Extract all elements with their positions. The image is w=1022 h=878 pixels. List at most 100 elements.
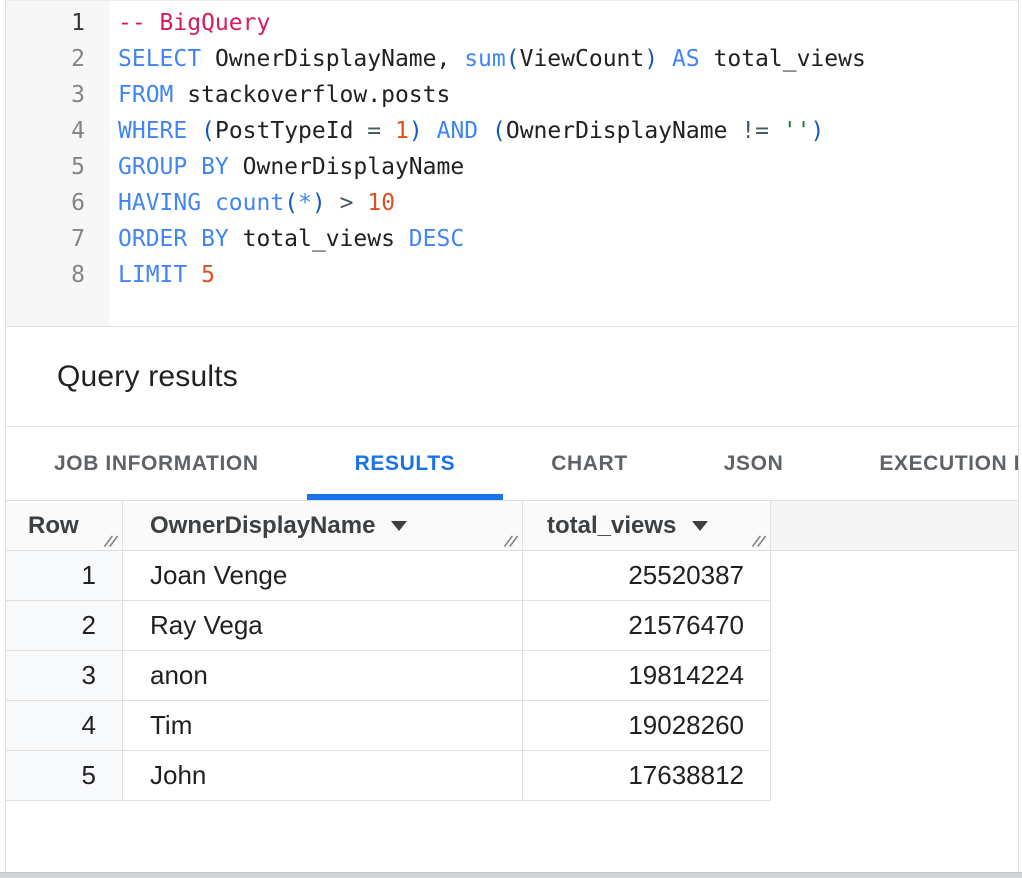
line-number: 5 bbox=[6, 149, 85, 185]
tab-job-information[interactable]: JOB INFORMATION bbox=[6, 427, 307, 500]
code-token: total_views bbox=[700, 46, 866, 72]
results-table: Row OwnerDisplayName total_views 1Joan Ven… bbox=[6, 501, 1018, 801]
row-number-cell: 5 bbox=[6, 751, 123, 801]
code-token: ( bbox=[201, 118, 215, 144]
code-token: ) bbox=[644, 46, 658, 72]
owner-display-name-cell: anon bbox=[123, 651, 523, 701]
owner-display-name-cell: John bbox=[123, 751, 523, 801]
code-token: LIMIT bbox=[118, 262, 187, 288]
column-header-ownerdisplayname[interactable]: OwnerDisplayName bbox=[123, 501, 523, 551]
code-token: * bbox=[298, 190, 312, 216]
code-token bbox=[201, 190, 215, 216]
code-token: != bbox=[741, 118, 769, 144]
table-body: 1Joan Venge255203872Ray Vega215764703ano… bbox=[6, 551, 1018, 801]
code-token: ) bbox=[811, 118, 825, 144]
code-token: ( bbox=[506, 46, 520, 72]
row-number-cell: 1 bbox=[6, 551, 123, 601]
query-results-title: Query results bbox=[57, 360, 238, 394]
code-token: WHERE bbox=[118, 118, 187, 144]
code-token bbox=[769, 118, 783, 144]
code-token: SELECT bbox=[118, 46, 201, 72]
editor-code[interactable]: -- BigQuerySELECT OwnerDisplayName, sum(… bbox=[110, 1, 1018, 326]
code-token bbox=[658, 46, 672, 72]
line-number: 2 bbox=[6, 41, 85, 77]
row-filler-cell bbox=[771, 751, 1018, 801]
tab-json[interactable]: JSON bbox=[676, 427, 832, 500]
owner-display-name-cell: Tim bbox=[123, 701, 523, 751]
code-token: count bbox=[215, 190, 284, 216]
code-line: ORDER BY total_views DESC bbox=[118, 221, 1018, 257]
code-token: ORDER BY bbox=[118, 226, 229, 252]
table-row: 1Joan Venge25520387 bbox=[6, 551, 1018, 601]
column-header-label: total_views bbox=[547, 512, 676, 540]
sort-dropdown-icon[interactable] bbox=[391, 521, 407, 531]
code-line: -- BigQuery bbox=[118, 5, 1018, 41]
table-header-row: Row OwnerDisplayName total_views bbox=[6, 501, 1018, 551]
code-line: FROM stackoverflow.posts bbox=[118, 77, 1018, 113]
query-results-section: Query results bbox=[6, 327, 1018, 427]
owner-display-name-cell: Ray Vega bbox=[123, 601, 523, 651]
column-resize-handle[interactable] bbox=[103, 532, 119, 548]
line-number: 6 bbox=[6, 185, 85, 221]
code-token: stackoverflow.posts bbox=[173, 82, 450, 108]
table-row: 5John17638812 bbox=[6, 751, 1018, 801]
code-token: 1 bbox=[395, 118, 409, 144]
bigquery-query-window: 12345678 -- BigQuerySELECT OwnerDisplayN… bbox=[0, 0, 1022, 878]
row-number-cell: 4 bbox=[6, 701, 123, 751]
code-token: AND bbox=[437, 118, 479, 144]
total-views-cell: 21576470 bbox=[523, 601, 771, 651]
code-line: WHERE (PostTypeId = 1) AND (OwnerDisplay… bbox=[118, 113, 1018, 149]
row-number-cell: 3 bbox=[6, 651, 123, 701]
code-token: ) bbox=[409, 118, 423, 144]
owner-display-name-cell: Joan Venge bbox=[123, 551, 523, 601]
row-filler-cell bbox=[771, 551, 1018, 601]
column-header-label: OwnerDisplayName bbox=[150, 512, 375, 540]
line-number: 3 bbox=[6, 77, 85, 113]
tab-execution-details[interactable]: EXECUTION DETAILS bbox=[831, 427, 1019, 500]
column-header-total_views[interactable]: total_views bbox=[523, 501, 771, 551]
code-line: LIMIT 5 bbox=[118, 257, 1018, 293]
code-token: > bbox=[340, 190, 354, 216]
code-token: AS bbox=[672, 46, 700, 72]
horizontal-scrollbar[interactable] bbox=[0, 872, 1022, 878]
line-number: 7 bbox=[6, 221, 85, 257]
code-token: total_views bbox=[229, 226, 409, 252]
code-token: OwnerDisplayName, bbox=[201, 46, 464, 72]
row-number-cell: 2 bbox=[6, 601, 123, 651]
sort-dropdown-icon[interactable] bbox=[692, 521, 708, 531]
line-number: 4 bbox=[6, 113, 85, 149]
tab-results[interactable]: RESULTS bbox=[307, 427, 504, 500]
code-token: PostTypeId bbox=[215, 118, 367, 144]
table-row: 3anon19814224 bbox=[6, 651, 1018, 701]
table-row: 4Tim19028260 bbox=[6, 701, 1018, 751]
content-panel: 12345678 -- BigQuerySELECT OwnerDisplayN… bbox=[5, 0, 1019, 872]
code-token: OwnerDisplayName bbox=[506, 118, 741, 144]
code-token: -- BigQuery bbox=[118, 10, 270, 36]
row-filler-cell bbox=[771, 601, 1018, 651]
code-token bbox=[478, 118, 492, 144]
column-resize-handle[interactable] bbox=[503, 532, 519, 548]
total-views-cell: 25520387 bbox=[523, 551, 771, 601]
code-token bbox=[326, 190, 340, 216]
column-header-filler bbox=[771, 501, 1018, 551]
results-tabbar: JOB INFORMATIONRESULTSCHARTJSONEXECUTION… bbox=[6, 427, 1018, 501]
column-header-row: Row bbox=[6, 501, 123, 551]
code-token: OwnerDisplayName bbox=[229, 154, 464, 180]
code-token: ) bbox=[312, 190, 326, 216]
code-token: ViewCount bbox=[520, 46, 645, 72]
code-token bbox=[423, 118, 437, 144]
code-line: HAVING count(*) > 10 bbox=[118, 185, 1018, 221]
sql-editor[interactable]: 12345678 -- BigQuerySELECT OwnerDisplayN… bbox=[6, 1, 1018, 327]
code-token: ( bbox=[284, 190, 298, 216]
code-token bbox=[187, 118, 201, 144]
code-token bbox=[381, 118, 395, 144]
column-resize-handle[interactable] bbox=[751, 532, 767, 548]
total-views-cell: 19814224 bbox=[523, 651, 771, 701]
code-line: SELECT OwnerDisplayName, sum(ViewCount) … bbox=[118, 41, 1018, 77]
total-views-cell: 17638812 bbox=[523, 751, 771, 801]
code-token: sum bbox=[464, 46, 506, 72]
row-filler-cell bbox=[771, 651, 1018, 701]
tab-chart[interactable]: CHART bbox=[503, 427, 676, 500]
row-filler-cell bbox=[771, 701, 1018, 751]
code-token: FROM bbox=[118, 82, 173, 108]
